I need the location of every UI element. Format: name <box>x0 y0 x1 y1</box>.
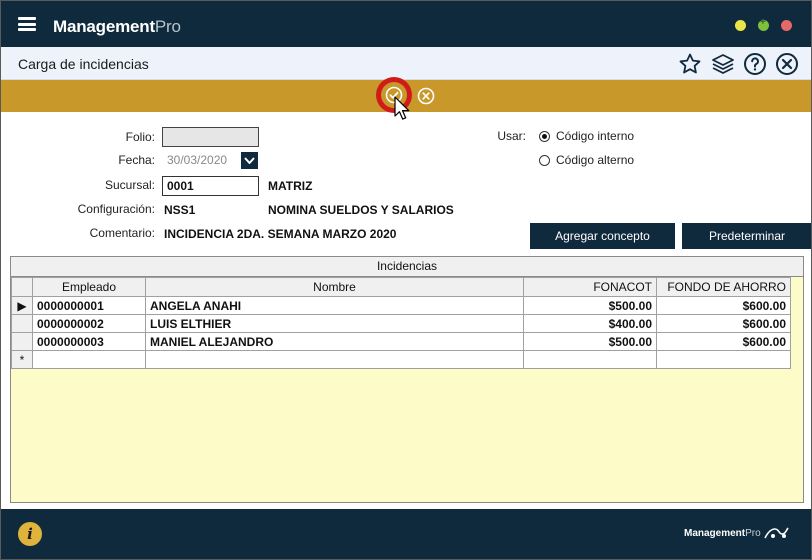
fecha-label: Fecha: <box>118 153 155 167</box>
row-selector[interactable]: ▶ <box>11 296 33 315</box>
comentario-field[interactable]: INCIDENCIA 2DA. SEMANA MARZO 2020 <box>162 225 520 243</box>
radio-button-selected[interactable] <box>539 130 550 142</box>
new-row-marker[interactable]: * <box>11 350 33 369</box>
column-header-nombre[interactable]: Nombre <box>145 277 524 297</box>
row-selector[interactable] <box>11 314 33 333</box>
radio-label: Código interno <box>556 129 635 143</box>
info-icon[interactable]: i <box>18 522 42 546</box>
radio-label: Código alterno <box>556 153 635 167</box>
column-header-fonacot[interactable]: FONACOT <box>523 277 657 297</box>
predeterminar-button[interactable]: Predeterminar <box>682 223 811 249</box>
maximize-button[interactable] <box>758 17 769 31</box>
grid-caption: Incidencias <box>11 257 803 277</box>
cell-empleado[interactable]: 0000000002 <box>32 314 146 333</box>
column-header-fondo-ahorro[interactable]: FONDO DE AHORRO <box>656 277 791 297</box>
folio-label: Folio: <box>125 130 155 144</box>
page-title: Carga de incidencias <box>18 56 149 72</box>
app-window: ManagementPro Carga de incidencias <box>0 0 812 560</box>
table-row[interactable]: ▶ 0000000001 ANGELA ANAHI $500.00 $600.0… <box>11 296 791 315</box>
row-selector[interactable] <box>11 332 33 351</box>
cell-fonacot[interactable]: $500.00 <box>523 332 657 351</box>
sucursal-name: MATRIZ <box>266 177 315 195</box>
fecha-field[interactable]: 30/03/2020 <box>167 153 227 167</box>
app-title: ManagementPro <box>53 17 181 36</box>
cell-fondo-ahorro[interactable]: $600.00 <box>656 296 791 315</box>
cell-nombre[interactable]: MANIEL ALEJANDRO <box>145 332 524 351</box>
help-icon[interactable] <box>743 52 767 76</box>
radio-codigo-interno[interactable]: Código interno <box>539 129 634 143</box>
app-footer: i ManagementPro <box>1 509 811 559</box>
footer-brand: ManagementPro <box>684 528 761 539</box>
cell-fonacot[interactable]: $500.00 <box>523 296 657 315</box>
radio-button[interactable] <box>539 154 550 166</box>
cell-empleado-new[interactable] <box>32 350 146 369</box>
layers-icon[interactable] <box>711 52 735 76</box>
cell-fondo-ahorro-new[interactable] <box>656 350 791 369</box>
configuracion-label: Configuración: <box>77 202 155 216</box>
sucursal-field[interactable]: 0001 <box>162 176 259 196</box>
cancel-icon[interactable] <box>417 87 435 105</box>
app-header: ManagementPro <box>1 1 811 47</box>
configuracion-field[interactable]: NSS1 <box>162 201 259 219</box>
cell-fondo-ahorro[interactable]: $600.00 <box>656 314 791 333</box>
radio-codigo-alterno[interactable]: Código alterno <box>539 153 634 167</box>
close-icon[interactable] <box>775 52 799 76</box>
configuracion-name: NOMINA SUELDOS Y SALARIOS <box>266 201 456 219</box>
fecha-dropdown-button[interactable] <box>241 152 258 169</box>
brand-logo-icon <box>764 527 789 539</box>
cursor-icon <box>394 96 410 120</box>
cell-nombre[interactable]: ANGELA ANAHI <box>145 296 524 315</box>
incidencias-table: Empleado Nombre FONACOT FONDO DE AHORRO … <box>11 277 791 369</box>
cell-fonacot-new[interactable] <box>523 350 657 369</box>
cell-empleado[interactable]: 0000000003 <box>32 332 146 351</box>
menu-icon[interactable] <box>18 17 36 31</box>
cell-nombre[interactable]: LUIS ELTHIER <box>145 314 524 333</box>
agregar-concepto-button[interactable]: Agregar concepto <box>530 223 675 249</box>
cell-nombre-new[interactable] <box>145 350 524 369</box>
cell-empleado[interactable]: 0000000001 <box>32 296 146 315</box>
usar-label: Usar: <box>497 129 526 143</box>
comentario-label: Comentario: <box>89 226 155 240</box>
table-row[interactable]: 0000000003 MANIEL ALEJANDRO $500.00 $600… <box>11 332 791 351</box>
cell-fonacot[interactable]: $400.00 <box>523 314 657 333</box>
sucursal-label: Sucursal: <box>104 178 155 192</box>
incidencias-grid: Incidencias Empleado Nombre FONACOT FOND… <box>10 256 804 503</box>
calendar-dropdown-icon <box>244 157 255 164</box>
star-icon[interactable] <box>678 52 702 76</box>
row-header-corner <box>11 277 33 297</box>
folio-field[interactable] <box>162 127 259 147</box>
new-row[interactable]: * <box>11 350 791 369</box>
page-titlebar: Carga de incidencias <box>1 47 811 80</box>
table-row[interactable]: 0000000002 LUIS ELTHIER $400.00 $600.00 <box>11 314 791 333</box>
column-header-empleado[interactable]: Empleado <box>32 277 146 297</box>
cell-fondo-ahorro[interactable]: $600.00 <box>656 332 791 351</box>
minimize-button[interactable] <box>735 20 746 31</box>
window-close-button[interactable] <box>781 20 792 31</box>
